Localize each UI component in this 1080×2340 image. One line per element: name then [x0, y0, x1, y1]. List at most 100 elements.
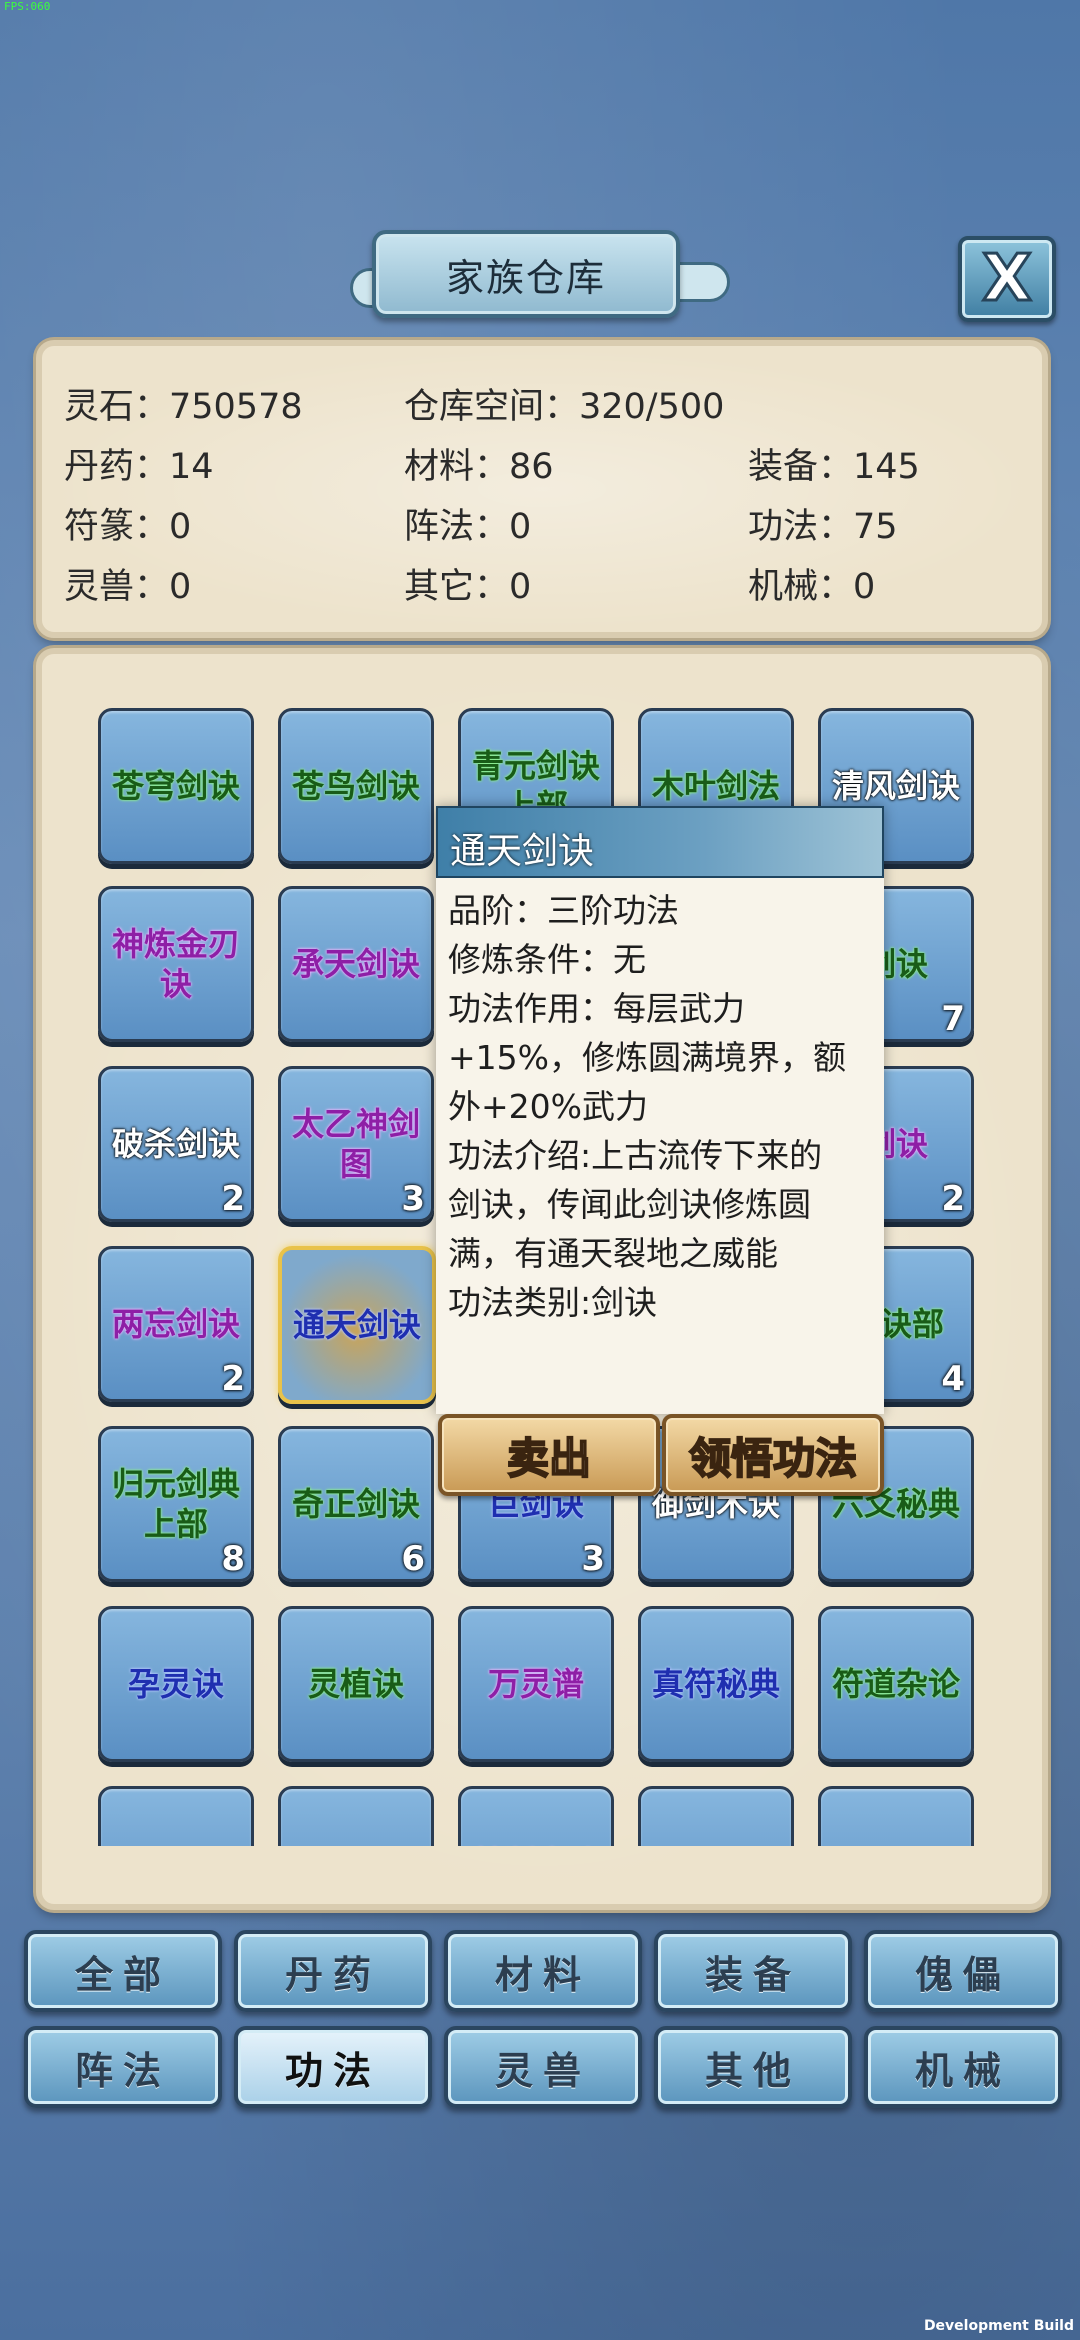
- item-name: 苍鸟剑诀: [291, 767, 420, 805]
- tab-label: 灵兽: [494, 2048, 591, 2093]
- item-name: 万灵谱: [487, 1665, 584, 1703]
- item-tooltip: 通天剑诀 品阶：三阶功法 修炼条件：无功法作用：每层武力 +15%，修炼圆满境界，额…: [436, 806, 884, 1414]
- tooltip-description: 品阶：三阶功法 修炼条件：无功法作用：每层武力 +15%，修炼圆满境界，额 外+20%…: [448, 886, 878, 1327]
- tooltip-title: 通天剑诀: [450, 831, 595, 872]
- item-slot[interactable]: [818, 1786, 974, 1846]
- item-slot[interactable]: 通天剑诀: [278, 1246, 436, 1404]
- item-slot[interactable]: 孕灵诀: [98, 1606, 254, 1762]
- tab-label: 装备: [704, 1952, 801, 1997]
- spirit-stone-stat: 灵石：750578: [64, 387, 303, 427]
- item-slot[interactable]: [638, 1786, 794, 1846]
- item-slot[interactable]: 归元剑典上部 8: [98, 1426, 254, 1582]
- sell-button-label: 卖出: [506, 1433, 592, 1484]
- item-name: 苍穹剑诀: [111, 767, 240, 805]
- item-name: 通天剑诀: [292, 1306, 421, 1344]
- item-slot[interactable]: 苍穹剑诀: [98, 708, 254, 864]
- beasts-stat: 灵兽：0: [64, 567, 192, 607]
- learn-skill-button-label: 领悟功法: [688, 1433, 858, 1484]
- tab-8[interactable]: 灵兽: [444, 2026, 642, 2108]
- pills-stat: 丹药：14: [64, 447, 214, 487]
- item-slot[interactable]: [98, 1786, 254, 1846]
- tooltip-line: 品阶：三阶功法: [448, 891, 679, 930]
- item-slot[interactable]: 灵植诀: [278, 1606, 434, 1762]
- tooltip-line: 功法介绍:上古流传下来的: [448, 1136, 823, 1175]
- item-slot[interactable]: 真符秘典: [638, 1606, 794, 1762]
- tab-label: 傀儡: [914, 1952, 1011, 1997]
- sell-button[interactable]: 卖出: [438, 1414, 660, 1496]
- tab-10[interactable]: 机械: [864, 2026, 1062, 2108]
- skills-stat: 功法：75: [748, 507, 898, 547]
- item-slot[interactable]: 神炼金刃诀: [98, 886, 254, 1042]
- tab-label: 丹药: [284, 1952, 381, 1997]
- item-count: 2: [221, 1359, 245, 1399]
- item-name: 承天剑诀: [291, 945, 420, 983]
- item-slot[interactable]: 万灵谱: [458, 1606, 614, 1762]
- item-count: 3: [401, 1179, 425, 1219]
- item-slot[interactable]: 禁断大阵: [458, 1786, 614, 1846]
- item-slot[interactable]: 承天剑诀: [278, 886, 434, 1042]
- item-count: 3: [581, 1539, 605, 1579]
- item-count: 7: [941, 999, 965, 1039]
- tab-7[interactable]: 功法: [234, 2026, 432, 2108]
- item-slot[interactable]: 奇正剑诀 6: [278, 1426, 434, 1582]
- title-plate: 家族仓库: [372, 230, 680, 318]
- item-name: 太乙神剑图: [291, 1105, 420, 1183]
- others-stat: 其它：0: [404, 567, 532, 607]
- storage-capacity-stat: 仓库空间：320/500: [404, 387, 725, 427]
- tab-label: 材料: [494, 1952, 591, 1997]
- item-slot[interactable]: 太乙神剑图 3: [278, 1066, 434, 1222]
- tab-3[interactable]: 材料: [444, 1930, 642, 2012]
- item-name: 破杀剑诀: [111, 1125, 240, 1163]
- tab-label: 全部: [74, 1952, 171, 1997]
- item-slot[interactable]: [278, 1786, 434, 1846]
- tooltip-line: 满，有通天裂地之威能: [448, 1234, 778, 1273]
- close-icon: X: [981, 242, 1033, 316]
- tooltip-line: 功法类别:剑诀: [448, 1283, 658, 1322]
- item-slot[interactable]: 符道杂论: [818, 1606, 974, 1762]
- close-button[interactable]: X: [958, 236, 1056, 322]
- talismans-stat: 符篆：0: [64, 507, 192, 547]
- tooltip-line: 外+20%武力: [448, 1087, 648, 1126]
- item-name: 奇正剑诀: [291, 1485, 420, 1523]
- page-title: 家族仓库: [445, 255, 606, 300]
- tooltip-line: 功法作用：每层武力: [448, 989, 745, 1028]
- item-name: 符道杂论: [831, 1665, 960, 1703]
- item-name: 木叶剑法: [651, 767, 780, 805]
- item-name: 清风剑诀: [831, 767, 960, 805]
- learn-skill-button[interactable]: 领悟功法: [662, 1414, 884, 1496]
- item-count: 2: [941, 1179, 965, 1219]
- tab-2[interactable]: 丹药: [234, 1930, 432, 2012]
- item-name: 真符秘典: [651, 1665, 780, 1703]
- fps-counter: FPS:060: [4, 0, 51, 13]
- tab-6[interactable]: 阵法: [24, 2026, 222, 2108]
- item-slot[interactable]: 两忘剑诀 2: [98, 1246, 254, 1402]
- tab-label: 功法: [284, 2048, 381, 2093]
- tab-4[interactable]: 装备: [654, 1930, 852, 2012]
- development-build-label: Development Build: [923, 2318, 1074, 2334]
- item-name: 归元剑典上部: [111, 1465, 240, 1543]
- item-count: 4: [941, 1359, 965, 1399]
- item-count: 8: [221, 1539, 245, 1579]
- tab-label: 阵法: [74, 2048, 171, 2093]
- tooltip-line: +15%，修炼圆满境界，额: [448, 1038, 846, 1077]
- item-name: 两忘剑诀: [111, 1305, 240, 1343]
- equipment-stat: 装备：145: [748, 447, 920, 487]
- tooltip-header: 通天剑诀: [436, 806, 884, 878]
- item-name: 孕灵诀: [127, 1665, 224, 1703]
- item-name: 禁断大阵: [466, 1844, 606, 1846]
- item-count: 6: [401, 1539, 425, 1579]
- tab-5[interactable]: 傀儡: [864, 1930, 1062, 2012]
- tab-9[interactable]: 其他: [654, 2026, 852, 2108]
- storage-info-panel: 灵石：750578 仓库空间：320/500 丹药：14 材料：86 装备：14…: [36, 340, 1048, 638]
- tooltip-line: 修炼条件：无: [448, 940, 646, 979]
- machines-stat: 机械：0: [748, 567, 876, 607]
- item-slot[interactable]: 苍鸟剑诀: [278, 708, 434, 864]
- item-name: 神炼金刃诀: [111, 925, 240, 1003]
- formations-stat: 阵法：0: [404, 507, 532, 547]
- item-count: 2: [221, 1179, 245, 1219]
- tooltip-line: 剑诀，传闻此剑诀修炼圆: [448, 1185, 811, 1224]
- item-slot[interactable]: 破杀剑诀 2: [98, 1066, 254, 1222]
- tab-label: 机械: [914, 2048, 1011, 2093]
- tab-1[interactable]: 全部: [24, 1930, 222, 2012]
- tab-label: 其他: [704, 2048, 801, 2093]
